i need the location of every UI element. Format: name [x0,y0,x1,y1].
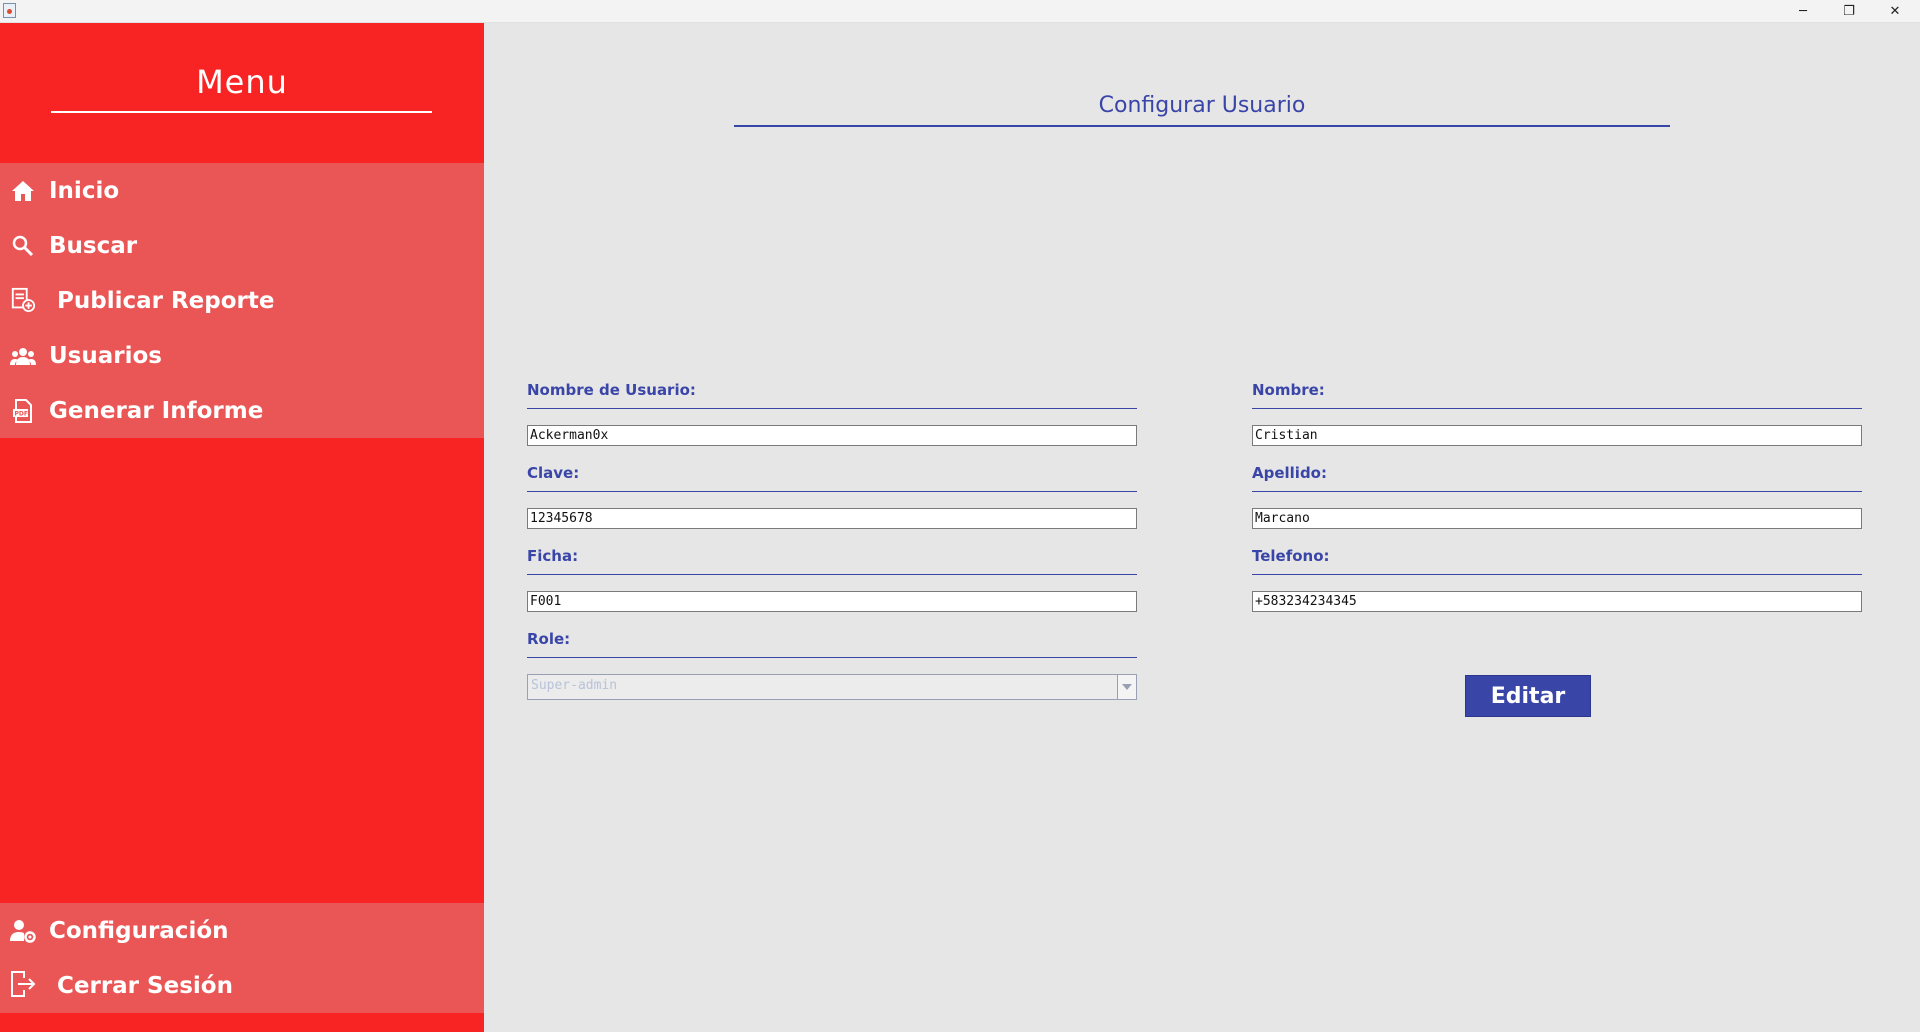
user-settings-icon [10,918,36,944]
menu-title: Menu [196,63,288,101]
window-titlebar: ─ ❐ ✕ [0,0,1920,23]
report-add-icon [10,287,36,313]
sidebar-item-configuracion[interactable]: Configuración [0,903,484,958]
phone-input[interactable] [1252,591,1862,612]
ficha-divider [527,574,1137,575]
close-button[interactable]: ✕ [1872,0,1918,22]
main-panel: Configurar Usuario Nombre de Usuario: Cl… [484,23,1920,1032]
ficha-input[interactable] [527,591,1137,612]
sidebar-item-generar-informe[interactable]: PDF Generar Informe [0,383,484,438]
restore-button[interactable]: ❐ [1826,0,1872,22]
username-divider [527,408,1137,409]
java-app-icon [3,3,16,18]
sidebar-item-label: Buscar [49,232,138,259]
ficha-label: Ficha: [527,547,579,565]
first-name-divider [1252,408,1862,409]
sidebar-item-label: Configuración [49,917,229,944]
svg-text:PDF: PDF [15,411,28,418]
page-title-underline [734,125,1670,127]
sidebar-item-inicio[interactable]: Inicio [0,163,484,218]
sidebar-item-buscar[interactable]: Buscar [0,218,484,273]
username-label: Nombre de Usuario: [527,381,696,399]
sidebar-item-label: Publicar Reporte [57,287,275,314]
sidebar-item-label: Inicio [49,177,120,204]
username-input[interactable] [527,425,1137,446]
password-input[interactable] [527,508,1137,529]
chevron-down-icon[interactable] [1117,675,1136,699]
users-icon [10,343,36,369]
last-name-divider [1252,491,1862,492]
sidebar-item-label: Cerrar Sesión [57,972,233,999]
first-name-input[interactable] [1252,425,1862,446]
phone-divider [1252,574,1862,575]
role-divider [527,657,1137,658]
last-name-input[interactable] [1252,508,1862,529]
password-divider [527,491,1137,492]
search-icon [10,233,36,259]
nav-group-main: Inicio Buscar Publicar Reporte Usuarios … [0,163,484,438]
last-name-label: Apellido: [1252,464,1327,482]
sidebar-item-usuarios[interactable]: Usuarios [0,328,484,383]
menu-title-underline [51,111,432,113]
edit-button[interactable]: Editar [1465,675,1591,717]
sidebar: Menu Inicio Buscar Publicar Reporte Usua… [0,23,484,1032]
page-title: Configurar Usuario [1098,93,1306,118]
sidebar-item-label: Usuarios [49,342,162,369]
phone-label: Telefono: [1252,547,1330,565]
first-name-label: Nombre: [1252,381,1325,399]
password-label: Clave: [527,464,580,482]
minimize-button[interactable]: ─ [1780,0,1826,22]
nav-group-bottom: Configuración Cerrar Sesión [0,903,484,1013]
sidebar-item-label: Generar Informe [49,397,264,424]
role-label: Role: [527,630,571,648]
logout-icon [10,971,36,997]
sidebar-item-publicar-reporte[interactable]: Publicar Reporte [0,273,484,328]
role-select-value: Super-admin [531,678,618,693]
role-select[interactable]: Super-admin [527,674,1137,700]
pdf-icon: PDF [10,398,36,424]
home-icon [10,178,36,204]
sidebar-item-cerrar-sesion[interactable]: Cerrar Sesión [0,958,484,1013]
